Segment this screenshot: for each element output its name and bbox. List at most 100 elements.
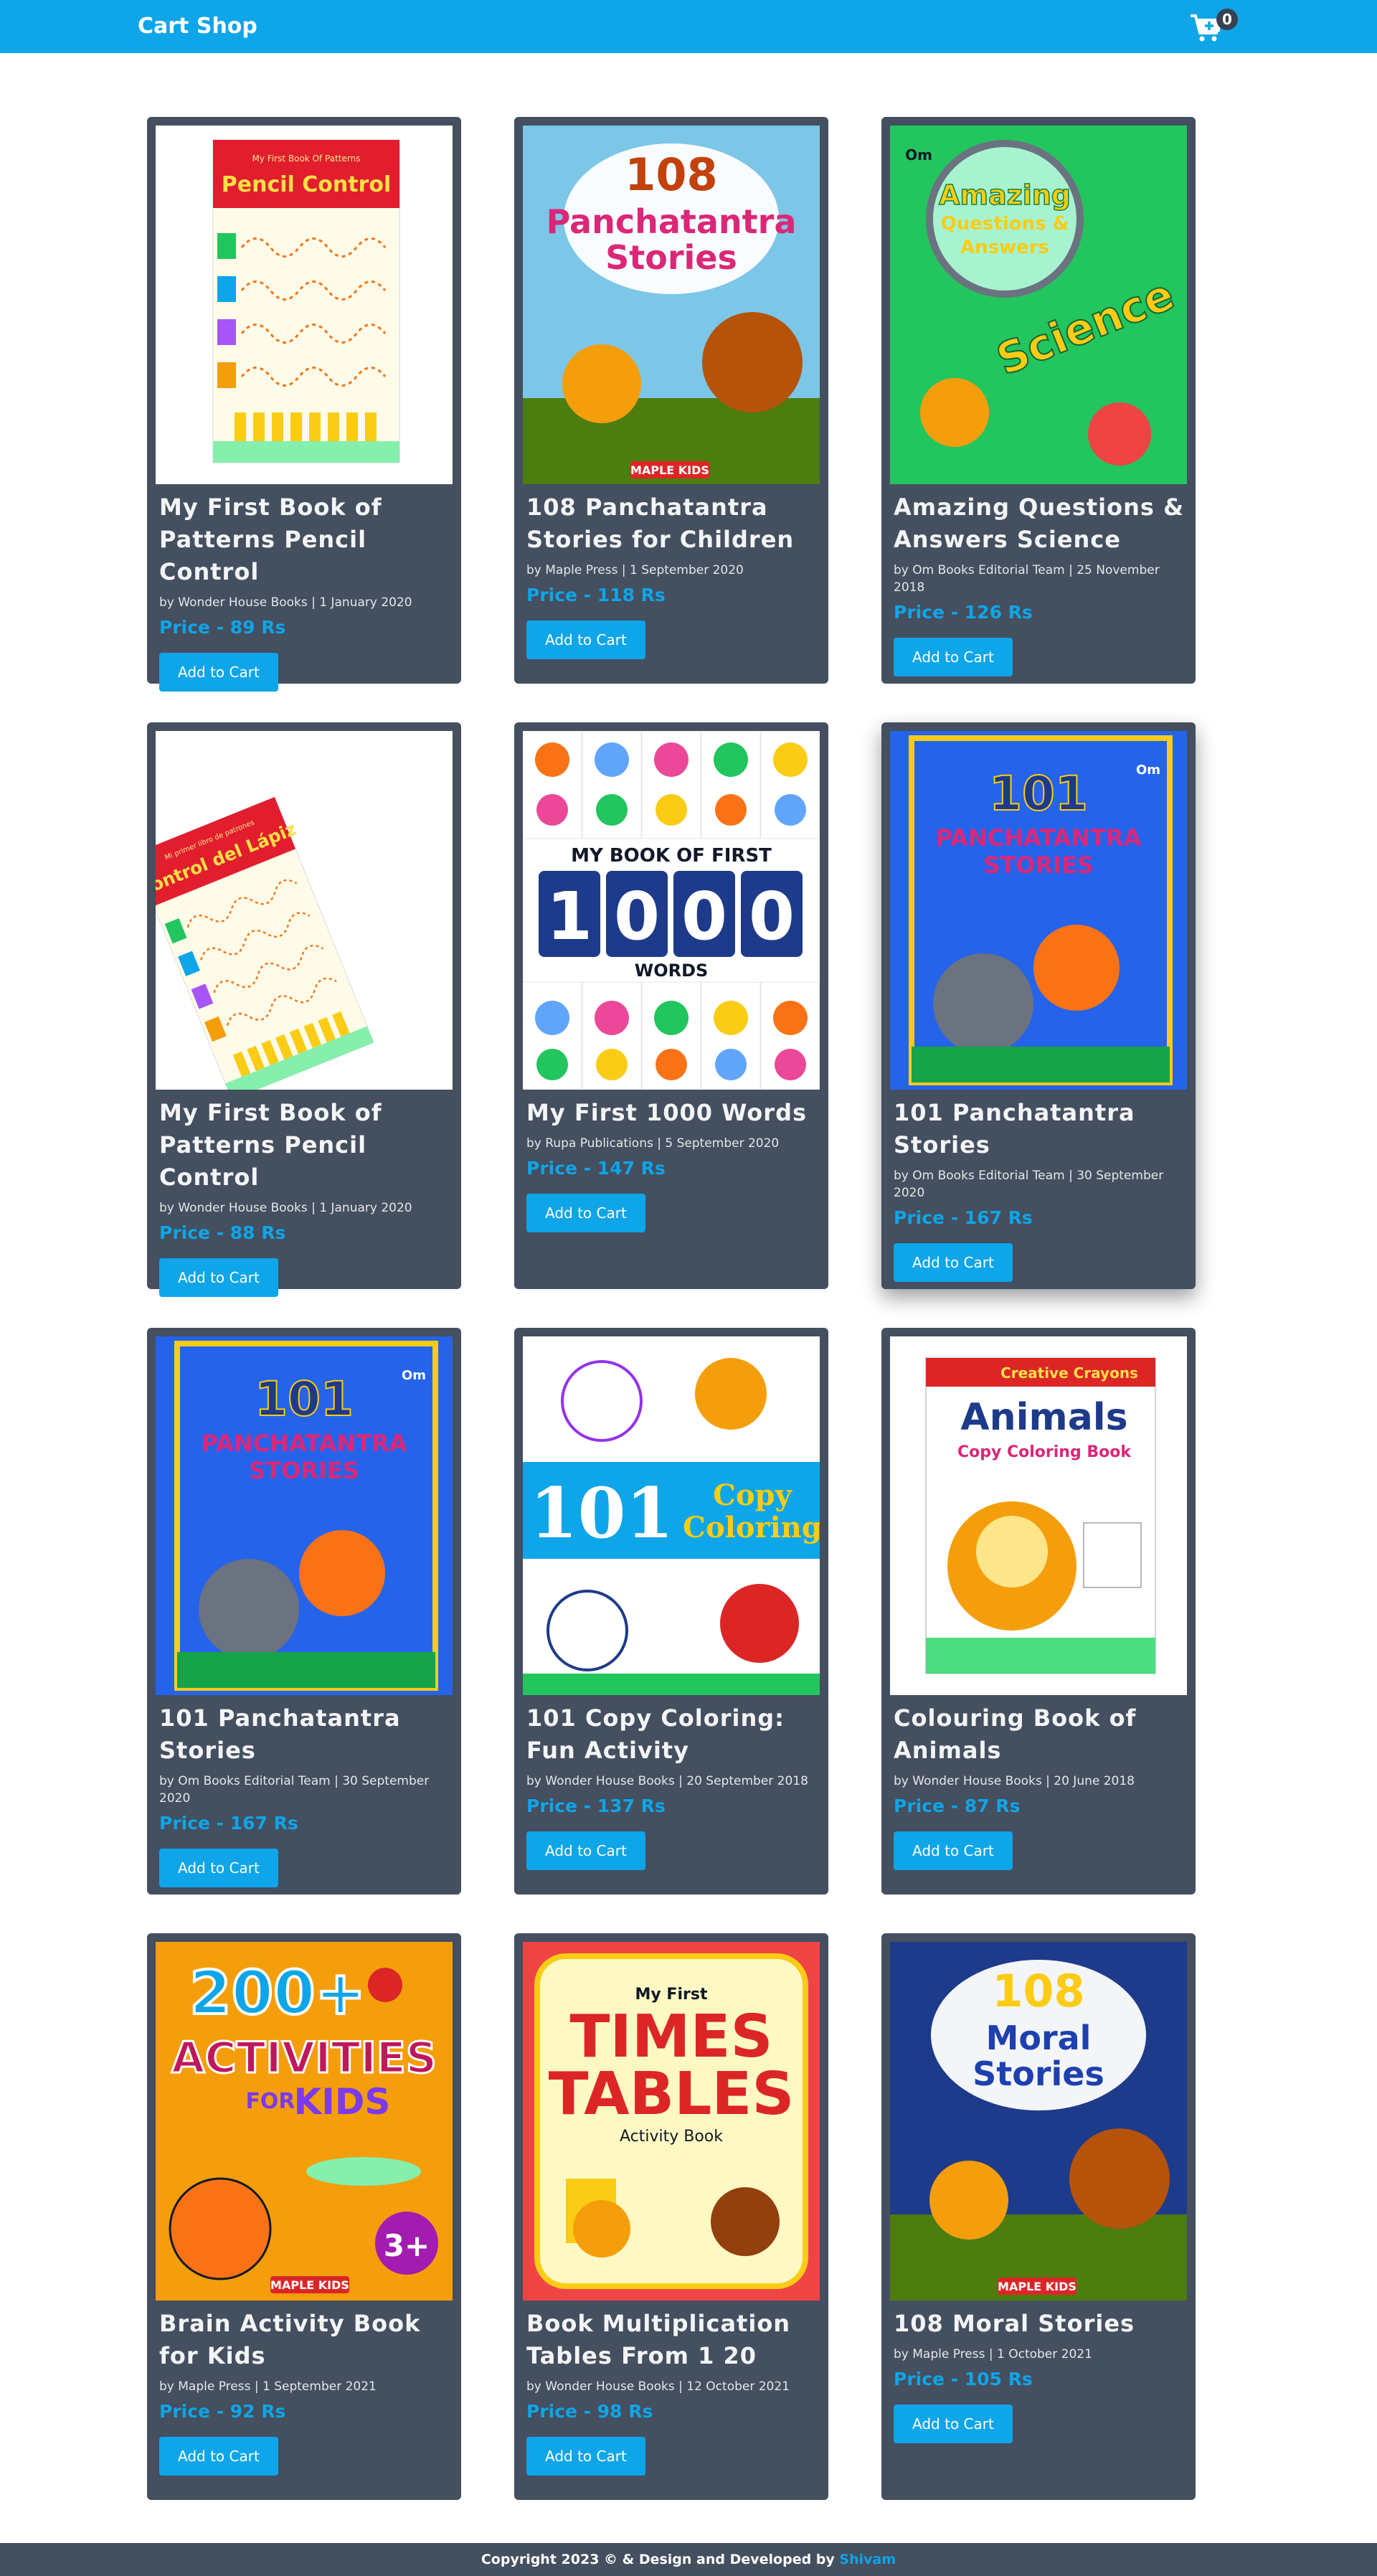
cover-text: Coloring	[683, 1511, 820, 1544]
cover-text: 101	[255, 1372, 354, 1427]
product-title: My First Book of Patterns Pencil Control	[159, 494, 382, 585]
cover-text: Om	[402, 1368, 426, 1383]
product-meta: by Om Books Editorial Team | 25 November…	[894, 563, 1160, 595]
add-to-cart-button[interactable]: Add to Cart	[159, 1849, 278, 1887]
cover-text: Om	[905, 146, 932, 164]
product-price: Price - 98 Rs	[526, 2401, 653, 2422]
cover-text: TABLES	[549, 2060, 795, 2128]
product-title: Colouring Book of Animals	[894, 1704, 1137, 1764]
brand-logo[interactable]: Cart Shop	[138, 13, 257, 40]
book-cover-image: 108 Panchatantra Stories MAPLE KIDS	[523, 126, 820, 484]
cover-text: Answers	[960, 237, 1049, 258]
cover-text: ACTIVITIES	[171, 2033, 437, 2083]
cover-text: 108	[625, 148, 717, 201]
add-to-cart-button[interactable]: Add to Cart	[894, 638, 1013, 676]
product-card: 200+ ACTIVITIES FOR KIDS 3+ MAPLE KIDS Brain A…	[147, 1933, 461, 2500]
product-card: Mi primer libro de patrones Control del L…	[147, 722, 461, 1297]
product-card: Om 101 PANCHATANTRA STORIES 101 Panchatantra…	[147, 1328, 461, 1895]
book-cover-image: Om 101 PANCHATANTRA STORIES	[890, 731, 1187, 1090]
book-cover-image: My First TIMES TABLES Activity Book	[523, 1942, 820, 2301]
cover-text: My First	[635, 1986, 708, 2004]
card-body: 108 Panchatantra Stories for Children by …	[526, 491, 818, 659]
product-card: Creative Crayons Animals Copy Coloring Boo…	[881, 1328, 1196, 1895]
add-to-cart-button[interactable]: Add to Cart	[894, 1831, 1013, 1870]
product-price: Price - 167 Rs	[159, 1813, 298, 1834]
card-body: 101 Copy Coloring: Fun Activity by Wonder…	[526, 1702, 818, 1870]
product-card: Om Amazing Questions & Answers Science Amazin…	[881, 117, 1196, 684]
product-title: 101 Copy Coloring: Fun Activity	[526, 1704, 785, 1764]
cover-text: MY BOOK OF FIRST	[571, 845, 772, 867]
product-title: 108 Panchatantra Stories for Children	[526, 494, 795, 553]
product-price: Price - 126 Rs	[894, 602, 1033, 623]
add-to-cart-button[interactable]: Add to Cart	[159, 2437, 278, 2476]
product-price: Price - 137 Rs	[526, 1796, 666, 1816]
product-price: Price - 87 Rs	[894, 1796, 1021, 1816]
add-to-cart-button[interactable]: Add to Cart	[894, 1243, 1013, 1282]
product-price: Price - 118 Rs	[526, 585, 666, 605]
cover-text: 108	[992, 1965, 1084, 2017]
product-meta: by Wonder House Books | 1 January 2020	[159, 1201, 412, 1215]
card-body: 101 Panchatantra Stories by Om Books Edit…	[159, 1702, 451, 1887]
product-meta: by Wonder House Books | 20 June 2018	[894, 1774, 1135, 1788]
product-meta: by Wonder House Books | 20 September 201…	[526, 1774, 808, 1788]
product-price: Price - 89 Rs	[159, 617, 286, 638]
add-to-cart-button[interactable]: Add to Cart	[526, 2437, 645, 2476]
cover-text: Panchatantra	[546, 202, 797, 241]
product-title: Amazing Questions & Answers Science	[894, 494, 1184, 553]
product-meta: by Maple Press | 1 October 2021	[894, 2347, 1092, 2362]
book-cover-image: MY BOOK OF FIRST 1 0 0 0 WORDS	[523, 731, 820, 1090]
card-body: My First 1000 Words by Rupa Publications …	[526, 1097, 818, 1232]
cover-text: 1	[546, 878, 592, 955]
cover-text: 101	[989, 766, 1088, 821]
cover-text: MAPLE KIDS	[630, 463, 709, 477]
product-price: Price - 167 Rs	[894, 1207, 1033, 1228]
cart-button[interactable]: 0	[1183, 4, 1241, 49]
cover-text: Om	[1136, 763, 1160, 778]
product-meta: by Rupa Publications | 5 September 2020	[526, 1136, 780, 1151]
book-cover-image: Creative Crayons Animals Copy Coloring Boo…	[890, 1336, 1187, 1695]
cover-text: Animals	[960, 1396, 1127, 1439]
product-card: 108 Moral Stories MAPLE KIDS 108 Moral Stori…	[881, 1933, 1196, 2500]
card-body: Brain Activity Book for Kids by Maple Pre…	[159, 2308, 451, 2476]
cover-text: 101	[530, 1473, 673, 1554]
product-meta: by Om Books Editorial Team | 30 Septembe…	[894, 1169, 1164, 1200]
footer-author-link[interactable]: Shivam	[839, 2552, 896, 2567]
cover-text: 0	[614, 878, 660, 955]
book-cover-image: My First Book Of Patterns Pencil Control	[156, 126, 453, 484]
product-title: My First Book of Patterns Pencil Control	[159, 1099, 382, 1191]
product-card: My First TIMES TABLES Activity Book Book Mul…	[514, 1933, 828, 2500]
book-cover-image: Mi primer libro de patrones Control del L…	[156, 731, 453, 1090]
product-meta: by Maple Press | 1 September 2020	[526, 563, 744, 577]
cover-text: Pencil Control	[222, 172, 392, 197]
navbar: Cart Shop 0	[0, 0, 1377, 53]
product-meta: by Wonder House Books | 12 October 2021	[526, 2379, 790, 2394]
cover-text: Activity Book	[620, 2128, 723, 2146]
add-to-cart-button[interactable]: Add to Cart	[159, 653, 278, 692]
cart-count-badge: 0	[1216, 9, 1238, 30]
card-body: My First Book of Patterns Pencil Control…	[159, 491, 451, 692]
cover-text: Copy Coloring Book	[957, 1443, 1132, 1461]
product-meta: by Maple Press | 1 September 2021	[159, 2379, 377, 2394]
footer-copyright: Copyright 2023 © & Design and Developed …	[481, 2552, 835, 2567]
cover-text: Stories	[973, 2054, 1104, 2093]
card-body: 101 Panchatantra Stories by Om Books Edit…	[894, 1097, 1186, 1282]
cover-text: PANCHATANTRA	[936, 824, 1142, 851]
product-title: 108 Moral Stories	[894, 2310, 1135, 2337]
product-card: 101 Copy Coloring 101 Copy Coloring: Fun Ac…	[514, 1328, 828, 1895]
add-to-cart-button[interactable]: Add to Cart	[526, 1831, 645, 1870]
cover-text: MAPLE KIDS	[270, 2278, 349, 2292]
product-title: 101 Panchatantra Stories	[894, 1099, 1135, 1159]
cover-text: My First Book Of Patterns	[252, 154, 361, 164]
product-card: My First Book Of Patterns Pencil Control M…	[147, 117, 461, 692]
add-to-cart-button[interactable]: Add to Cart	[526, 1194, 645, 1232]
cover-text: Copy	[713, 1478, 792, 1512]
card-body: 108 Moral Stories by Maple Press | 1 Octo…	[894, 2308, 1186, 2443]
product-meta: by Om Books Editorial Team | 30 Septembe…	[159, 1774, 430, 1806]
product-card: MY BOOK OF FIRST 1 0 0 0 WORDS My First 1000 W…	[514, 722, 828, 1289]
product-title: My First 1000 Words	[526, 1099, 808, 1126]
add-to-cart-button[interactable]: Add to Cart	[526, 621, 645, 659]
add-to-cart-button[interactable]: Add to Cart	[894, 2405, 1013, 2443]
product-price: Price - 92 Rs	[159, 2401, 286, 2422]
add-to-cart-button[interactable]: Add to Cart	[159, 1258, 278, 1297]
cover-text: FOR	[245, 2089, 295, 2114]
